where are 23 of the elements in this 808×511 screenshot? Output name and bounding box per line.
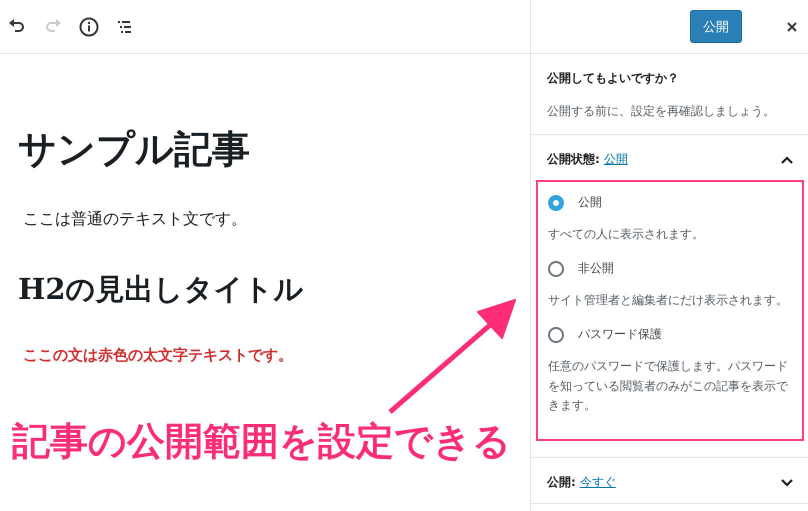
radio-button[interactable]	[548, 260, 564, 277]
info-icon[interactable]	[78, 16, 100, 38]
option-description: サイト管理者と編集者にだけ表示されます。	[548, 292, 789, 310]
post-title: サンプル記事	[18, 125, 251, 173]
paragraph: ここは普通のテキスト文です。	[23, 209, 248, 230]
heading: H2の見出しタイトル	[18, 271, 305, 308]
close-icon[interactable]	[786, 20, 798, 32]
visibility-link[interactable]: 公開	[604, 152, 628, 166]
publish-button[interactable]: 公開	[690, 10, 742, 43]
option-label: パスワード保護	[578, 326, 662, 344]
radio-button[interactable]	[548, 326, 564, 343]
option-label: 公開	[578, 194, 602, 211]
option-description: 任意のパスワードで保護します。パスワードを知っている閲覧者のみがこの記事を表示できます。	[548, 358, 790, 414]
panel-title: 公開してもよいですか？	[547, 70, 680, 87]
radio-button[interactable]	[548, 194, 564, 210]
panel-description: 公開する前に、設定を再確認しましょう。	[547, 103, 776, 120]
paragraph: ここの文は赤色の太文字テキストです。	[23, 346, 294, 365]
visibility-label: 公開状態:	[547, 152, 600, 166]
annotation-caption: 記事の公開範囲を設定できる	[12, 418, 511, 465]
publish-time-link[interactable]: 今すぐ	[580, 474, 616, 489]
option-description: すべての人に表示されます。	[548, 226, 705, 243]
option-label: 非公開	[578, 260, 614, 278]
publish-time-label: 公開:	[547, 474, 576, 489]
